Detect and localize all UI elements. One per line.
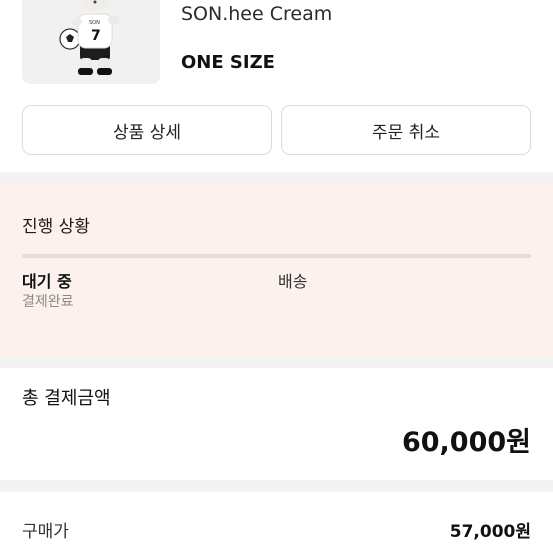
- product-detail-button[interactable]: 상품 상세: [22, 105, 272, 155]
- bear-plush-illustration: SON 7: [59, 0, 120, 75]
- total-payment-section: 총 결제금액 60,000원: [0, 368, 553, 472]
- section-divider: [0, 356, 553, 368]
- step-shipping-label: 배송: [278, 272, 308, 291]
- step-waiting-label: 대기 중: [22, 272, 72, 291]
- product-name: SON.hee Cream: [181, 3, 333, 25]
- product-summary: SON 7 SON.hee Cream ONE SIZE: [0, 0, 553, 92]
- progress-section: 진행 상황 대기 중 결제완료 배송: [0, 184, 553, 356]
- price-line: 구매가 57,000원: [0, 502, 553, 553]
- progress-title: 진행 상황: [22, 217, 90, 237]
- purchase-price-value: 57,000원: [449, 522, 531, 542]
- product-option: ONE SIZE: [181, 52, 275, 73]
- total-payment-amount: 60,000원: [401, 427, 531, 458]
- progress-track: [22, 254, 531, 258]
- purchase-price-label: 구매가: [22, 522, 69, 542]
- step-waiting-sub: 결제완료: [22, 294, 74, 310]
- cancel-order-button[interactable]: 주문 취소: [281, 105, 531, 155]
- jersey-text: SON: [89, 20, 100, 26]
- section-divider: [0, 480, 553, 492]
- total-payment-label: 총 결제금액: [22, 388, 111, 409]
- section-divider: [0, 172, 553, 184]
- jersey-number: 7: [91, 28, 101, 44]
- product-image[interactable]: SON 7: [22, 0, 160, 84]
- order-actions: 상품 상세 주문 취소: [22, 105, 531, 155]
